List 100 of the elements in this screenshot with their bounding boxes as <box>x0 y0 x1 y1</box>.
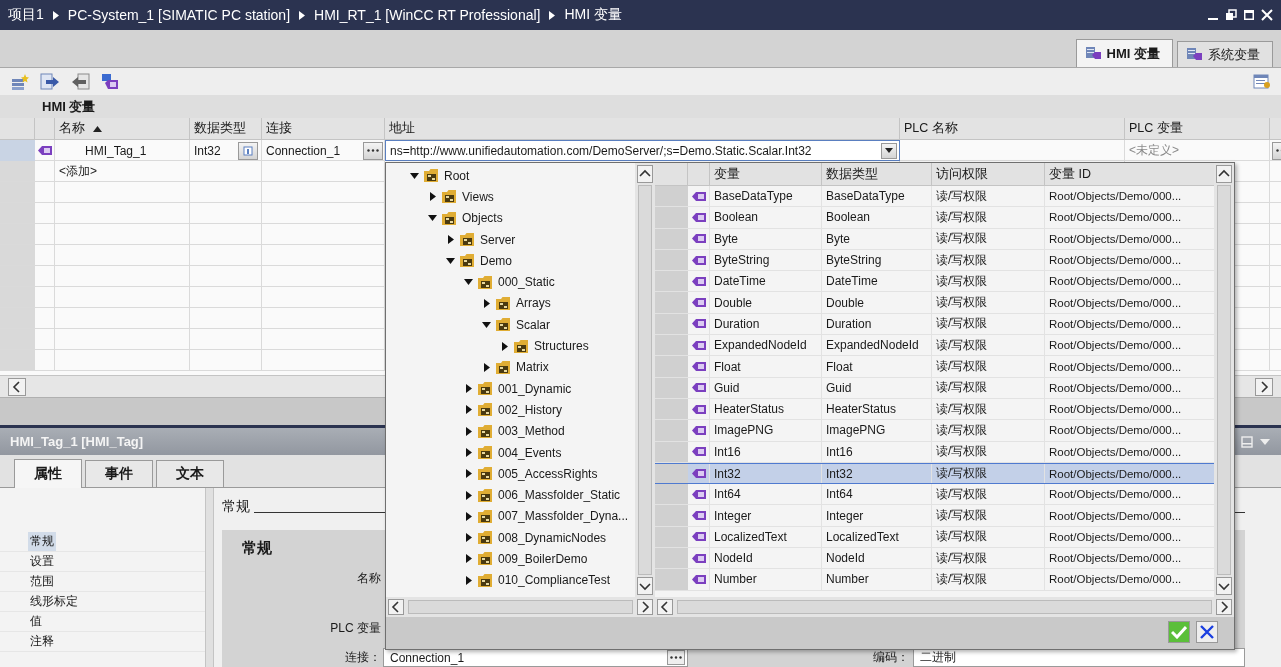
column-header[interactable]: 变量 ID <box>1045 163 1214 185</box>
expander-icon[interactable] <box>465 533 472 543</box>
tree-item[interactable]: 005_AccessRights <box>498 466 598 481</box>
tree-item[interactable]: 002_History <box>498 402 563 417</box>
ok-button[interactable] <box>1168 621 1190 643</box>
expander-icon[interactable] <box>465 448 472 457</box>
editor-tab[interactable]: 系统变量 <box>1177 41 1273 67</box>
expander-icon[interactable] <box>501 341 508 351</box>
table-row[interactable]: Int16 Int16 读/写权限 Root/Objects/Demo/000... <box>655 441 1214 463</box>
scroll-left-icon[interactable] <box>657 599 673 615</box>
tree-item[interactable]: Objects <box>462 211 503 226</box>
expander-icon[interactable] <box>428 215 437 222</box>
expander-icon[interactable] <box>465 554 472 564</box>
table-row[interactable]: Int32 Int32 读/写权限 Root/Objects/Demo/000... <box>655 462 1214 485</box>
scroll-thumb[interactable] <box>408 600 633 614</box>
expander-icon[interactable] <box>429 192 436 202</box>
expander-icon[interactable] <box>465 384 472 394</box>
browse-button[interactable] <box>667 650 685 665</box>
tree-item[interactable]: Root <box>444 168 470 183</box>
dropdown-button[interactable] <box>881 142 897 159</box>
tree-item[interactable]: Demo <box>480 253 512 268</box>
scroll-thumb[interactable] <box>677 600 1212 614</box>
table-row[interactable]: Guid Guid 读/写权限 Root/Objects/Demo/000... <box>655 377 1214 399</box>
scroll-right-icon[interactable] <box>1255 377 1273 396</box>
tree-item[interactable]: Structures <box>534 339 589 353</box>
tree-item[interactable]: 010_ComplianceTest <box>498 573 611 588</box>
column-header[interactable]: 名称 <box>55 118 190 139</box>
nav-item[interactable]: 值 <box>28 612 44 631</box>
column-header[interactable]: 数据类型 <box>190 118 262 139</box>
table-row[interactable]: HMI_Tag_1 Int32 Connection_1 ns=http://www.unifiedautomation.com/DemoServer/;s=Demo.Static.Scalar.Int32 <未定义> <box>0 140 1281 161</box>
table-row[interactable]: HeaterStatus HeaterStatus 读/写权限 Root/Objects/Demo/000... <box>655 398 1214 421</box>
table-row[interactable]: ExpandedNodeId ExpandedNodeId 读/写权限 Root/Objects/Demo/000... <box>655 335 1214 357</box>
expander-icon[interactable] <box>483 298 490 308</box>
breadcrumb-item[interactable]: PC-System_1 [SIMATIC PC station] <box>67 7 291 23</box>
breadcrumb-item[interactable]: HMI_RT_1 [WinCC RT Professional] <box>314 7 541 23</box>
table-row[interactable]: Integer Integer 读/写权限 Root/Objects/Demo/000... <box>655 505 1214 527</box>
expander-icon[interactable] <box>465 511 472 521</box>
table-row[interactable]: ImagePNG ImagePNG 读/写权限 Root/Objects/Demo/000... <box>655 420 1214 442</box>
scroll-left-icon[interactable] <box>8 377 26 396</box>
column-header[interactable]: 连接 <box>262 118 385 139</box>
table-row[interactable]: NodeId NodeId 读/写权限 Root/Objects/Demo/000... <box>655 548 1214 570</box>
table-row[interactable]: Boolean Boolean 读/写权限 Root/Objects/Demo/000... <box>655 207 1214 229</box>
table-row[interactable]: Number Number 读/写权限 Root/Objects/Demo/000... <box>655 569 1214 591</box>
data-type-button[interactable] <box>238 141 258 160</box>
expander-icon[interactable] <box>483 362 490 372</box>
scroll-up-icon[interactable] <box>1216 165 1232 183</box>
scroll-right-icon[interactable] <box>1216 599 1232 615</box>
address-field[interactable]: ns=http://www.unifiedautomation.com/DemoServer/;s=Demo.Static.Scalar.Int32 <box>385 140 900 161</box>
table-row[interactable]: Double Double 读/写权限 Root/Objects/Demo/000... <box>655 292 1214 314</box>
breadcrumb-item[interactable]: 项目1 <box>8 6 44 24</box>
expander-icon[interactable] <box>465 405 472 415</box>
column-header[interactable]: 地址 <box>385 118 900 139</box>
add-row[interactable]: <添加> <box>59 162 97 180</box>
scroll-thumb[interactable] <box>638 185 652 575</box>
scroll-right-icon[interactable] <box>637 599 653 615</box>
maximize-icon[interactable] <box>1243 9 1255 21</box>
expander-icon[interactable] <box>465 490 472 500</box>
tree-item[interactable]: 004_Events <box>498 445 562 460</box>
nav-item[interactable]: 注释 <box>28 632 56 651</box>
expander-icon[interactable] <box>465 426 472 436</box>
table-view-icon[interactable] <box>1253 73 1271 90</box>
tree-item[interactable]: Views <box>462 189 494 204</box>
column-header[interactable]: 数据类型 <box>822 163 932 185</box>
scroll-thumb[interactable] <box>1217 185 1231 575</box>
panel-tab[interactable]: 属性 <box>14 459 82 488</box>
row-header[interactable] <box>655 463 688 484</box>
scroll-up-icon[interactable] <box>637 165 653 183</box>
panel-tab[interactable]: 文本 <box>156 460 224 487</box>
nav-item[interactable]: 范围 <box>28 572 56 591</box>
table-row[interactable]: Float Float 读/写权限 Root/Objects/Demo/000... <box>655 356 1214 378</box>
nav-item[interactable]: 设置 <box>28 552 56 571</box>
import-icon[interactable] <box>70 72 90 91</box>
column-header[interactable]: 变量 <box>710 163 822 185</box>
table-row[interactable]: Int64 Int64 读/写权限 Root/Objects/Demo/000... <box>655 484 1214 506</box>
tags-icon[interactable] <box>100 72 120 91</box>
panel-tab[interactable]: 事件 <box>85 460 153 487</box>
tree-item[interactable]: Scalar <box>516 317 550 332</box>
breadcrumb-item[interactable]: HMI 变量 <box>564 6 622 24</box>
table-row[interactable]: DateTime DateTime 读/写权限 Root/Objects/Demo/000... <box>655 271 1214 293</box>
nav-item[interactable]: 常规 <box>28 532 56 551</box>
table-row[interactable]: Duration Duration 读/写权限 Root/Objects/Demo/000... <box>655 313 1214 336</box>
add-list-icon[interactable] <box>10 72 30 91</box>
expander-icon[interactable] <box>465 469 472 479</box>
restore-icon[interactable] <box>1225 9 1237 21</box>
nav-item[interactable]: 线形标定 <box>28 592 80 611</box>
tree-item[interactable]: Server <box>480 232 516 247</box>
tree-item[interactable]: 006_Massfolder_Static <box>498 488 621 503</box>
expander-icon[interactable] <box>446 257 455 264</box>
tree-item[interactable]: 008_DynamicNodes <box>498 530 607 545</box>
tree-item[interactable]: 001_Dynamic <box>498 381 572 396</box>
expander-icon[interactable] <box>410 172 419 179</box>
tree-item[interactable]: 000_Static <box>498 275 555 290</box>
scroll-left-icon[interactable] <box>388 599 404 615</box>
table-row[interactable]: LocalizedText LocalizedText 读/写权限 Root/Objects/Demo/000... <box>655 526 1214 549</box>
cancel-button[interactable] <box>1196 621 1218 643</box>
tree-item[interactable]: 003_Method <box>498 424 565 439</box>
encoding-field[interactable]: 二进制 <box>913 648 1245 667</box>
scroll-down-icon[interactable] <box>1216 577 1232 595</box>
tree-item[interactable]: 007_Massfolder_Dyna... <box>498 509 629 524</box>
table-row[interactable]: BaseDataType BaseDataType 读/写权限 Root/Objects/Demo/000... <box>655 186 1214 208</box>
